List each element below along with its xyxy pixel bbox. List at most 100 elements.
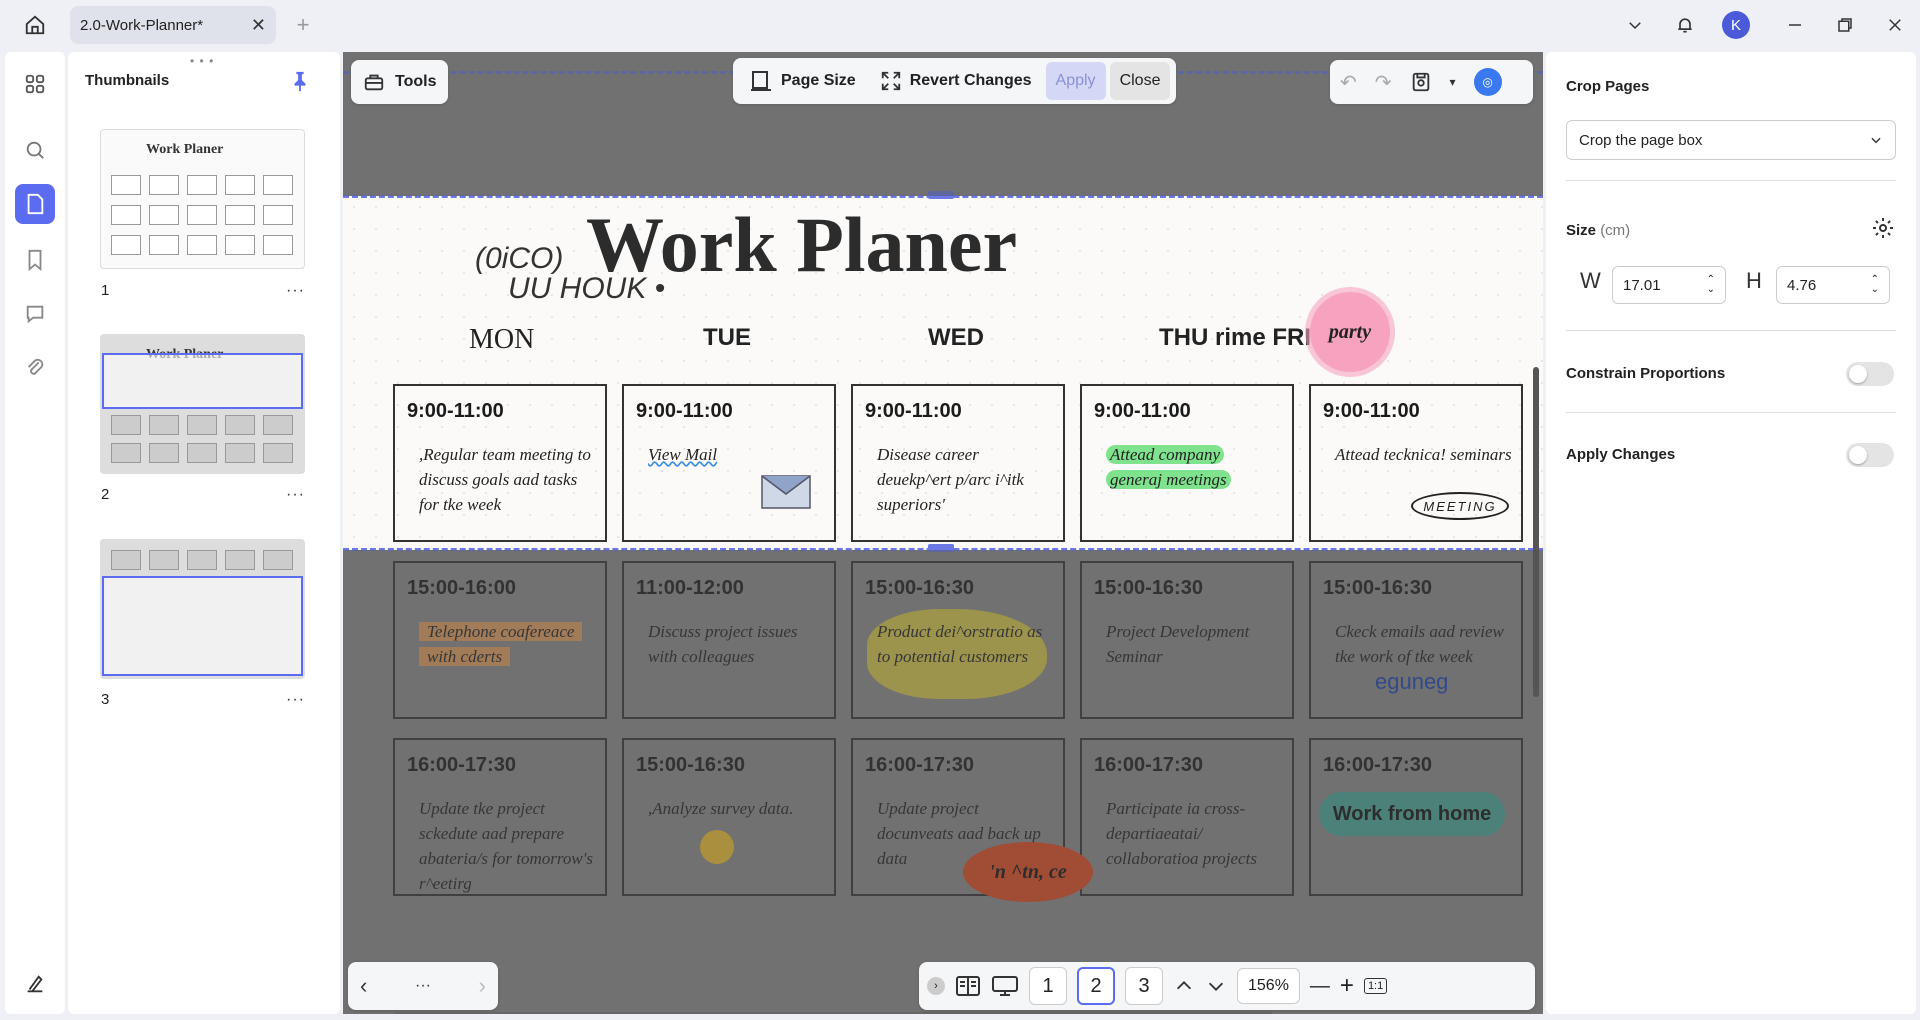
tools-label: Tools: [395, 73, 437, 90]
grid-apps-icon[interactable]: [15, 64, 55, 104]
close-window-icon[interactable]: [1878, 8, 1912, 42]
page-thumbnails-icon[interactable]: [15, 184, 55, 224]
prev-icon[interactable]: ‹: [360, 973, 367, 999]
apply-changes-toggle[interactable]: [1846, 443, 1894, 467]
thumb-cell: [225, 205, 255, 225]
schedule-cell: 9:00-11:00 Disease career deuekp^ert p/a…: [851, 384, 1065, 542]
thumb-cell: [263, 443, 293, 463]
thumb-cell: [263, 205, 293, 225]
thumb-title: Work Planer: [146, 142, 224, 157]
home-icon[interactable]: [18, 8, 52, 42]
thumb-more-icon[interactable]: ···: [286, 486, 305, 504]
day-label-wed: WED: [928, 324, 984, 351]
two-page-view-icon[interactable]: [955, 975, 981, 997]
horizontal-scrollbar[interactable]: [393, 1012, 1273, 1014]
save-icon[interactable]: [1410, 71, 1432, 93]
revert-changes-button[interactable]: Revert Changes: [870, 62, 1042, 100]
logo-text-1: (0iCO): [475, 242, 564, 275]
thumb-crop-selection: [102, 576, 303, 676]
task-note: Disease career deuekp^ert p/arc i^itk su…: [877, 445, 1024, 514]
schedule-cell: 9:00-11:00 Attead tecknica! seminars MEE…: [1309, 384, 1523, 542]
thumb-number: 2: [101, 486, 110, 503]
attachment-icon[interactable]: [15, 348, 55, 388]
redo-icon[interactable]: ↷: [1375, 70, 1392, 95]
page-button-2[interactable]: 2: [1077, 967, 1115, 1005]
page-button-3[interactable]: 3: [1125, 967, 1163, 1005]
page-size-button[interactable]: Page Size: [739, 62, 866, 100]
zoom-out-icon[interactable]: —: [1310, 975, 1330, 998]
vertical-scrollbar[interactable]: [1533, 367, 1539, 697]
chevron-up-icon[interactable]: [1173, 975, 1195, 997]
thumb-cell: [111, 205, 141, 225]
height-stepper-icon[interactable]: ⌃ ⌄: [1871, 275, 1879, 295]
crop-box-select[interactable]: Crop the page box: [1566, 120, 1896, 160]
close-tab-icon[interactable]: ✕: [251, 15, 266, 36]
constrain-proportions-label: Constrain Proportions: [1566, 365, 1726, 382]
more-icon[interactable]: ···: [415, 977, 431, 995]
minimize-icon[interactable]: [1778, 8, 1812, 42]
document-canvas[interactable]: (0iCO) UU HOUK • Work Planer MON TUE WED…: [343, 52, 1543, 1014]
thumb-cell: [187, 235, 217, 255]
apply-button[interactable]: Apply: [1045, 62, 1106, 100]
undo-icon[interactable]: ↶: [1340, 70, 1357, 95]
time-slot: 9:00-11:00: [636, 400, 733, 422]
size-unit: (cm): [1600, 222, 1631, 239]
thumb-more-icon[interactable]: ···: [286, 282, 305, 300]
day-label-tue: TUE: [703, 324, 751, 351]
crop-pages-panel: Crop Pages Crop the page box Size (cm) W…: [1546, 52, 1916, 1014]
thumbnails-title: Thumbnails: [85, 72, 170, 89]
ai-assistant-icon[interactable]: ◎: [1473, 68, 1502, 96]
close-button[interactable]: Close: [1109, 62, 1171, 100]
new-tab-icon[interactable]: +: [286, 8, 320, 42]
page-thumbnail-2[interactable]: Work Planer: [100, 334, 305, 474]
page-thumbnail-1[interactable]: Work Planer: [100, 129, 305, 269]
chevron-down-icon[interactable]: [1205, 975, 1227, 997]
zoom-in-icon[interactable]: +: [1340, 972, 1354, 1000]
thumb-cell: [225, 443, 255, 463]
toolbox-icon: [364, 74, 384, 91]
document-tab[interactable]: 2.0-Work-Planner* ✕: [70, 6, 276, 44]
document-page: (0iCO) UU HOUK • Work Planer MON TUE WED…: [343, 52, 1543, 1014]
search-icon[interactable]: [15, 130, 55, 170]
restore-icon[interactable]: [1828, 8, 1862, 42]
schedule-cell: 9:00-11:00 Attead company generaj meetin…: [1080, 384, 1294, 542]
thumb-cell: [187, 415, 217, 435]
crop-box-selected: Crop the page box: [1579, 131, 1703, 149]
actual-size-icon[interactable]: 1:1: [1363, 978, 1388, 994]
comment-icon[interactable]: [15, 294, 55, 334]
history-toolbar: ↶ ↷ ▾ ◎: [1330, 60, 1533, 104]
sidebar-settings-icon[interactable]: [15, 964, 55, 1004]
thumb-more-icon[interactable]: ···: [286, 691, 305, 709]
day-label-thu-fri: THU rime FRI: [1159, 324, 1312, 351]
width-input[interactable]: 17.01 ⌃ ⌄: [1612, 266, 1726, 304]
expand-icon: [881, 71, 900, 91]
page-button-1[interactable]: 1: [1029, 967, 1067, 1005]
constrain-proportions-toggle[interactable]: [1846, 362, 1894, 386]
page-thumbnail-3[interactable]: [100, 539, 305, 679]
divider: [1566, 180, 1896, 181]
document-tab-label: 2.0-Work-Planner*: [80, 16, 204, 34]
highlighted-text: Attead company: [1106, 445, 1224, 464]
width-value: 17.01: [1623, 276, 1661, 294]
tools-button[interactable]: Tools: [351, 60, 449, 104]
drag-handle[interactable]: • • •: [190, 54, 214, 68]
pin-icon[interactable]: [290, 70, 310, 97]
next-icon[interactable]: ›: [479, 973, 486, 999]
divider: [1566, 412, 1896, 413]
left-rail: [5, 52, 65, 1014]
presentation-icon[interactable]: [991, 975, 1019, 997]
thumb-cell: [187, 175, 217, 195]
height-input[interactable]: 4.76 ⌃ ⌄: [1776, 266, 1890, 304]
zoom-level[interactable]: 156%: [1237, 968, 1300, 1004]
collapse-icon[interactable]: ›: [927, 977, 945, 995]
thumb-cell: [149, 443, 179, 463]
width-stepper-icon[interactable]: ⌃ ⌄: [1707, 275, 1715, 295]
chevron-down-icon[interactable]: [1618, 8, 1652, 42]
bell-icon[interactable]: [1668, 8, 1702, 42]
gear-icon[interactable]: [1871, 216, 1895, 245]
save-dropdown-icon[interactable]: ▾: [1450, 75, 1456, 89]
time-slot: 9:00-11:00: [407, 400, 504, 422]
thumb-cell: [149, 235, 179, 255]
user-avatar[interactable]: K: [1722, 11, 1750, 39]
bookmark-icon[interactable]: [15, 240, 55, 280]
